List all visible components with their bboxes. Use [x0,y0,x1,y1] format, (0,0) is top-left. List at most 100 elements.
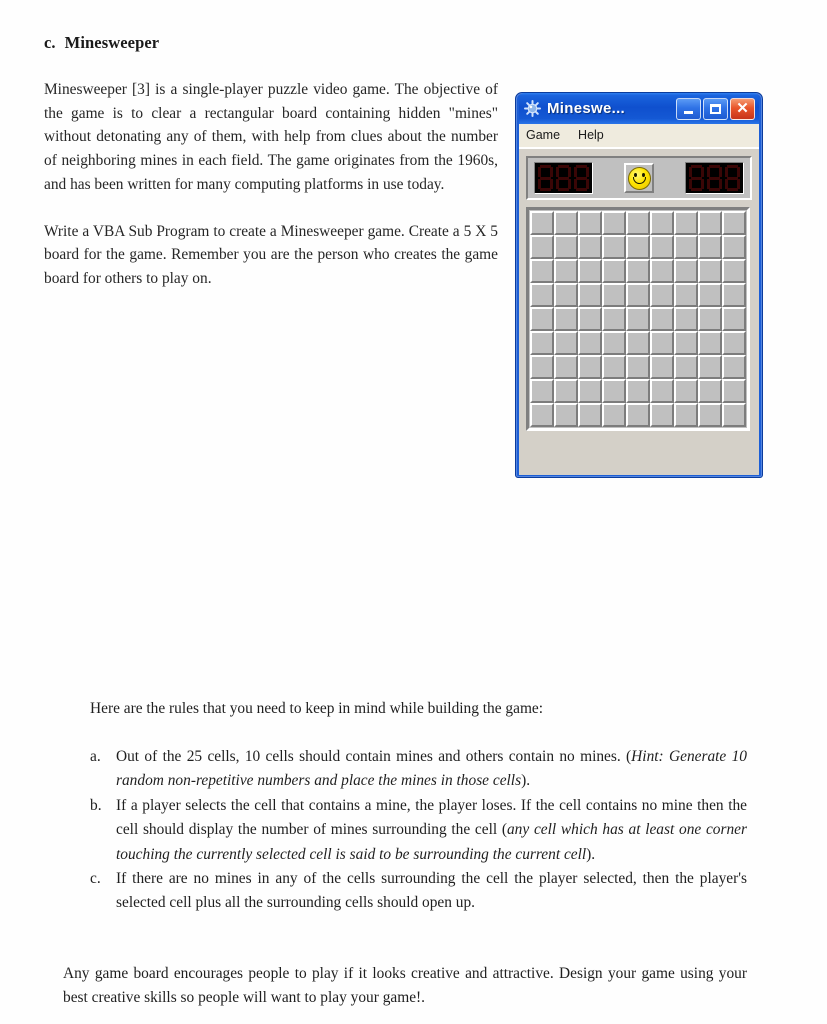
minefield-cell[interactable] [650,379,674,403]
minefield-cell[interactable] [698,379,722,403]
minefield-cell[interactable] [722,211,746,235]
minefield-cell[interactable] [554,211,578,235]
menu-item-help[interactable]: Help [578,128,604,142]
minefield-cell[interactable] [602,259,626,283]
minefield-cell[interactable] [650,211,674,235]
minefield-cell[interactable] [698,331,722,355]
minefield-cell[interactable] [698,235,722,259]
minefield-cell[interactable] [530,307,554,331]
minefield-cell[interactable] [602,307,626,331]
minefield-cell[interactable] [674,211,698,235]
minefield-cell[interactable] [626,331,650,355]
minefield-cell[interactable] [554,379,578,403]
minefield-cell[interactable] [602,403,626,427]
minefield-cell[interactable] [602,379,626,403]
minefield-cell[interactable] [650,355,674,379]
minefield-cell[interactable] [578,331,602,355]
minefield-cell[interactable] [626,235,650,259]
minefield-cell[interactable] [698,355,722,379]
minefield-cell[interactable] [578,259,602,283]
menu-item-game[interactable]: Game [526,128,560,142]
minefield-cell[interactable] [650,403,674,427]
minefield-cell[interactable] [578,379,602,403]
minefield-cell[interactable] [722,379,746,403]
minefield-cell[interactable] [578,211,602,235]
minefield-cell[interactable] [554,355,578,379]
minefield-cell[interactable] [530,331,554,355]
close-button[interactable]: ✕ [730,97,755,120]
minefield-cell[interactable] [722,283,746,307]
minefield-cell[interactable] [530,259,554,283]
minefield-cell[interactable] [602,331,626,355]
minefield-cell[interactable] [698,403,722,427]
minefield-cell[interactable] [722,331,746,355]
minefield-cell[interactable] [578,355,602,379]
minefield-cell[interactable] [674,331,698,355]
minefield-cell[interactable] [554,235,578,259]
rule-item: c. If there are no mines in any of the ce… [90,867,747,916]
minefield-cell[interactable] [626,355,650,379]
minefield-cell[interactable] [674,235,698,259]
minefield-cell[interactable] [698,283,722,307]
minefield-cell[interactable] [674,283,698,307]
minefield-cell[interactable] [578,283,602,307]
minefield-cell[interactable] [530,283,554,307]
minefield-cell[interactable] [650,307,674,331]
minefield-cell[interactable] [578,403,602,427]
minefield-cell[interactable] [722,403,746,427]
minefield-cell[interactable] [722,259,746,283]
minefield-cell[interactable] [554,307,578,331]
minefield-cell[interactable] [698,259,722,283]
minefield-cell[interactable] [650,259,674,283]
window-menubar: Game Help [519,124,759,147]
rule-text: If a player selects the cell that contai… [116,796,747,863]
minefield-cell[interactable] [626,379,650,403]
window-controls: ✕ [676,97,757,120]
minefield-cell[interactable] [674,307,698,331]
minefield-cell[interactable] [626,307,650,331]
minefield-cell[interactable] [530,211,554,235]
minefield-cell[interactable] [530,379,554,403]
page-heading: c. Minesweeper [44,33,159,53]
minefield-cell[interactable] [602,235,626,259]
minefield-cell[interactable] [626,283,650,307]
minefield-cell[interactable] [554,331,578,355]
minefield-cell[interactable] [554,283,578,307]
counter-digit [724,164,741,192]
minefield-cell[interactable] [722,235,746,259]
minefield-cell[interactable] [530,403,554,427]
document-page: c. Minesweeper Minesweeper [3] is a singl… [0,0,827,1024]
minefield-cell[interactable] [578,235,602,259]
minefield-cell[interactable] [698,307,722,331]
minefield-cell[interactable] [674,379,698,403]
minefield-cell[interactable] [722,307,746,331]
minefield-cell[interactable] [722,355,746,379]
game-status-panel [526,156,752,200]
minefield-cell[interactable] [674,403,698,427]
minefield-grid[interactable] [530,211,746,427]
minefield-cell[interactable] [602,283,626,307]
minefield-cell[interactable] [650,235,674,259]
minefield-cell[interactable] [578,307,602,331]
counter-digit [573,164,590,192]
window-titlebar[interactable]: Mineswe... ✕ [519,93,759,124]
minefield-cell[interactable] [650,283,674,307]
minefield-cell[interactable] [650,331,674,355]
minefield-cell[interactable] [674,259,698,283]
counter-digit [555,164,572,192]
maximize-icon [710,103,721,114]
minefield-cell[interactable] [602,211,626,235]
minefield-cell[interactable] [674,355,698,379]
minefield-cell[interactable] [698,211,722,235]
reset-smiley-button[interactable] [624,163,654,193]
maximize-button[interactable] [703,97,728,120]
minefield-cell[interactable] [530,235,554,259]
minefield-cell[interactable] [530,355,554,379]
minefield-cell[interactable] [602,355,626,379]
minimize-button[interactable] [676,97,701,120]
minefield-cell[interactable] [554,403,578,427]
minefield-cell[interactable] [626,259,650,283]
minefield-cell[interactable] [626,211,650,235]
minefield-cell[interactable] [626,403,650,427]
minefield-cell[interactable] [554,259,578,283]
